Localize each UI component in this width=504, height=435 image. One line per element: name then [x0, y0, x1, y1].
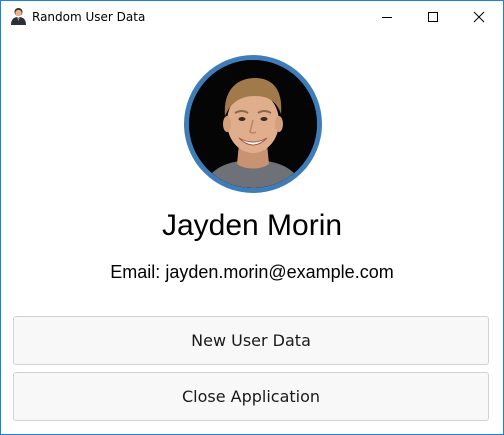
new-user-data-button[interactable]: New User Data: [13, 316, 489, 365]
minimize-button[interactable]: [364, 1, 410, 32]
avatar: [189, 60, 317, 188]
email-value: jayden.morin@example.com: [165, 262, 394, 282]
close-icon: [473, 11, 485, 22]
avatar-photo: [189, 60, 317, 188]
email-row: Email: jayden.morin@example.com: [1, 262, 503, 283]
app-window: Random User Data Jayden Morin Email: jay…: [0, 0, 504, 435]
user-name: Jayden Morin: [161, 209, 343, 242]
close-window-button[interactable]: [456, 1, 502, 32]
email-label: Email:: [110, 262, 161, 282]
minimize-icon: [382, 16, 392, 18]
user-app-icon: [11, 8, 26, 25]
avatar-ring: [184, 55, 322, 193]
close-application-button[interactable]: Close Application: [13, 372, 489, 421]
maximize-icon: [428, 11, 438, 22]
title-bar[interactable]: Random User Data: [1, 1, 503, 32]
window-title: Random User Data: [32, 10, 146, 24]
maximize-button[interactable]: [410, 1, 456, 32]
